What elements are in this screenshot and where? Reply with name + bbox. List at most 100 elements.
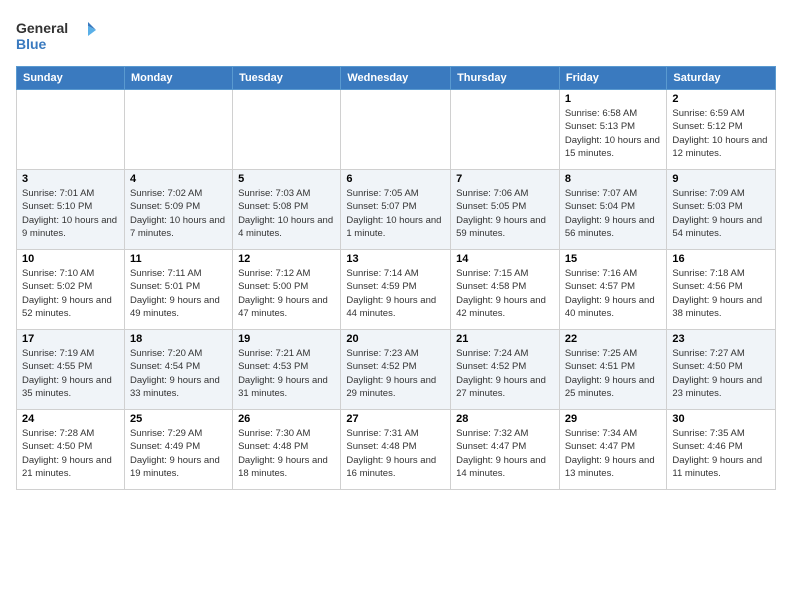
- calendar: SundayMondayTuesdayWednesdayThursdayFrid…: [16, 66, 776, 490]
- day-detail: Sunrise: 7:21 AMSunset: 4:53 PMDaylight:…: [238, 347, 335, 400]
- day-number: 28: [456, 413, 554, 425]
- calendar-body: 1 Sunrise: 6:58 AMSunset: 5:13 PMDaylight…: [17, 90, 776, 490]
- calendar-cell: 15 Sunrise: 7:16 AMSunset: 4:57 PMDayligh…: [559, 250, 667, 330]
- day-detail: Sunrise: 7:29 AMSunset: 4:49 PMDaylight:…: [130, 427, 227, 480]
- day-detail: Sunrise: 6:59 AMSunset: 5:12 PMDaylight:…: [672, 107, 770, 160]
- logo: General Blue: [16, 16, 96, 56]
- calendar-cell: 24 Sunrise: 7:28 AMSunset: 4:50 PMDayligh…: [17, 410, 125, 490]
- day-detail: Sunrise: 7:11 AMSunset: 5:01 PMDaylight:…: [130, 267, 227, 320]
- day-number: 6: [346, 173, 445, 185]
- day-detail: Sunrise: 7:02 AMSunset: 5:09 PMDaylight:…: [130, 187, 227, 240]
- calendar-cell: 7Sunrise: 7:06 AMSunset: 5:05 PMDaylight…: [451, 170, 560, 250]
- calendar-cell: 11 Sunrise: 7:11 AMSunset: 5:01 PMDayligh…: [124, 250, 232, 330]
- day-number: 8: [565, 173, 662, 185]
- calendar-cell: 21 Sunrise: 7:24 AMSunset: 4:52 PMDayligh…: [451, 330, 560, 410]
- day-number: 25: [130, 413, 227, 425]
- day-detail: Sunrise: 7:14 AMSunset: 4:59 PMDaylight:…: [346, 267, 445, 320]
- day-detail: Sunrise: 7:34 AMSunset: 4:47 PMDaylight:…: [565, 427, 662, 480]
- day-detail: Sunrise: 7:18 AMSunset: 4:56 PMDaylight:…: [672, 267, 770, 320]
- day-detail: Sunrise: 7:30 AMSunset: 4:48 PMDaylight:…: [238, 427, 335, 480]
- weekday-header-row: SundayMondayTuesdayWednesdayThursdayFrid…: [17, 67, 776, 90]
- day-number: 3: [22, 173, 119, 185]
- day-detail: Sunrise: 7:16 AMSunset: 4:57 PMDaylight:…: [565, 267, 662, 320]
- calendar-cell: [341, 90, 451, 170]
- calendar-cell: 19Sunrise: 7:21 AMSunset: 4:53 PMDayligh…: [233, 330, 341, 410]
- day-detail: Sunrise: 7:05 AMSunset: 5:07 PMDaylight:…: [346, 187, 445, 240]
- calendar-cell: 26 Sunrise: 7:30 AMSunset: 4:48 PMDayligh…: [233, 410, 341, 490]
- calendar-cell: [451, 90, 560, 170]
- day-detail: Sunrise: 7:06 AMSunset: 5:05 PMDaylight:…: [456, 187, 554, 240]
- calendar-cell: [233, 90, 341, 170]
- page: General Blue SundayMondayTuesdayWednesda…: [0, 0, 792, 612]
- day-number: 26: [238, 413, 335, 425]
- weekday-header: Wednesday: [341, 67, 451, 90]
- calendar-week-row: 3 Sunrise: 7:01 AMSunset: 5:10 PMDaylight…: [17, 170, 776, 250]
- day-number: 9: [672, 173, 770, 185]
- day-number: 30: [672, 413, 770, 425]
- calendar-cell: 9 Sunrise: 7:09 AMSunset: 5:03 PMDaylight…: [667, 170, 776, 250]
- day-number: 18: [130, 333, 227, 345]
- day-number: 2: [672, 93, 770, 105]
- day-number: 14: [456, 253, 554, 265]
- day-number: 17: [22, 333, 119, 345]
- calendar-cell: 23Sunrise: 7:27 AMSunset: 4:50 PMDayligh…: [667, 330, 776, 410]
- calendar-cell: 16 Sunrise: 7:18 AMSunset: 4:56 PMDayligh…: [667, 250, 776, 330]
- calendar-cell: 17 Sunrise: 7:19 AMSunset: 4:55 PMDayligh…: [17, 330, 125, 410]
- logo-svg: General Blue: [16, 16, 96, 56]
- day-number: 15: [565, 253, 662, 265]
- header: General Blue: [16, 16, 776, 56]
- svg-text:General: General: [16, 20, 68, 36]
- day-detail: Sunrise: 7:10 AMSunset: 5:02 PMDaylight:…: [22, 267, 119, 320]
- day-detail: Sunrise: 7:09 AMSunset: 5:03 PMDaylight:…: [672, 187, 770, 240]
- day-number: 1: [565, 93, 662, 105]
- calendar-cell: 20Sunrise: 7:23 AMSunset: 4:52 PMDayligh…: [341, 330, 451, 410]
- calendar-cell: 22Sunrise: 7:25 AMSunset: 4:51 PMDayligh…: [559, 330, 667, 410]
- day-detail: Sunrise: 7:31 AMSunset: 4:48 PMDaylight:…: [346, 427, 445, 480]
- day-detail: Sunrise: 7:07 AMSunset: 5:04 PMDaylight:…: [565, 187, 662, 240]
- day-number: 22: [565, 333, 662, 345]
- day-detail: Sunrise: 6:58 AMSunset: 5:13 PMDaylight:…: [565, 107, 662, 160]
- calendar-cell: 25 Sunrise: 7:29 AMSunset: 4:49 PMDayligh…: [124, 410, 232, 490]
- day-number: 24: [22, 413, 119, 425]
- day-detail: Sunrise: 7:01 AMSunset: 5:10 PMDaylight:…: [22, 187, 119, 240]
- day-detail: Sunrise: 7:12 AMSunset: 5:00 PMDaylight:…: [238, 267, 335, 320]
- calendar-cell: 10 Sunrise: 7:10 AMSunset: 5:02 PMDayligh…: [17, 250, 125, 330]
- weekday-header: Monday: [124, 67, 232, 90]
- day-number: 16: [672, 253, 770, 265]
- calendar-cell: 6 Sunrise: 7:05 AMSunset: 5:07 PMDaylight…: [341, 170, 451, 250]
- day-detail: Sunrise: 7:20 AMSunset: 4:54 PMDaylight:…: [130, 347, 227, 400]
- calendar-cell: 1 Sunrise: 6:58 AMSunset: 5:13 PMDaylight…: [559, 90, 667, 170]
- day-detail: Sunrise: 7:32 AMSunset: 4:47 PMDaylight:…: [456, 427, 554, 480]
- weekday-header: Tuesday: [233, 67, 341, 90]
- day-number: 23: [672, 333, 770, 345]
- calendar-cell: 29 Sunrise: 7:34 AMSunset: 4:47 PMDayligh…: [559, 410, 667, 490]
- day-number: 27: [346, 413, 445, 425]
- calendar-cell: [124, 90, 232, 170]
- calendar-cell: 2 Sunrise: 6:59 AMSunset: 5:12 PMDaylight…: [667, 90, 776, 170]
- calendar-cell: 8 Sunrise: 7:07 AMSunset: 5:04 PMDaylight…: [559, 170, 667, 250]
- day-number: 21: [456, 333, 554, 345]
- weekday-header: Friday: [559, 67, 667, 90]
- day-number: 29: [565, 413, 662, 425]
- calendar-cell: 3 Sunrise: 7:01 AMSunset: 5:10 PMDaylight…: [17, 170, 125, 250]
- day-detail: Sunrise: 7:19 AMSunset: 4:55 PMDaylight:…: [22, 347, 119, 400]
- day-detail: Sunrise: 7:35 AMSunset: 4:46 PMDaylight:…: [672, 427, 770, 480]
- day-detail: Sunrise: 7:24 AMSunset: 4:52 PMDaylight:…: [456, 347, 554, 400]
- weekday-header: Saturday: [667, 67, 776, 90]
- day-number: 11: [130, 253, 227, 265]
- calendar-cell: 13Sunrise: 7:14 AMSunset: 4:59 PMDayligh…: [341, 250, 451, 330]
- calendar-cell: 18 Sunrise: 7:20 AMSunset: 4:54 PMDayligh…: [124, 330, 232, 410]
- calendar-cell: 28 Sunrise: 7:32 AMSunset: 4:47 PMDayligh…: [451, 410, 560, 490]
- day-number: 10: [22, 253, 119, 265]
- calendar-cell: 14Sunrise: 7:15 AMSunset: 4:58 PMDayligh…: [451, 250, 560, 330]
- calendar-cell: [17, 90, 125, 170]
- calendar-week-row: 10 Sunrise: 7:10 AMSunset: 5:02 PMDayligh…: [17, 250, 776, 330]
- day-detail: Sunrise: 7:28 AMSunset: 4:50 PMDaylight:…: [22, 427, 119, 480]
- day-detail: Sunrise: 7:23 AMSunset: 4:52 PMDaylight:…: [346, 347, 445, 400]
- calendar-cell: 4Sunrise: 7:02 AMSunset: 5:09 PMDaylight…: [124, 170, 232, 250]
- day-number: 12: [238, 253, 335, 265]
- calendar-cell: 5Sunrise: 7:03 AMSunset: 5:08 PMDaylight…: [233, 170, 341, 250]
- calendar-week-row: 1 Sunrise: 6:58 AMSunset: 5:13 PMDaylight…: [17, 90, 776, 170]
- svg-text:Blue: Blue: [16, 36, 47, 52]
- calendar-cell: 12 Sunrise: 7:12 AMSunset: 5:00 PMDayligh…: [233, 250, 341, 330]
